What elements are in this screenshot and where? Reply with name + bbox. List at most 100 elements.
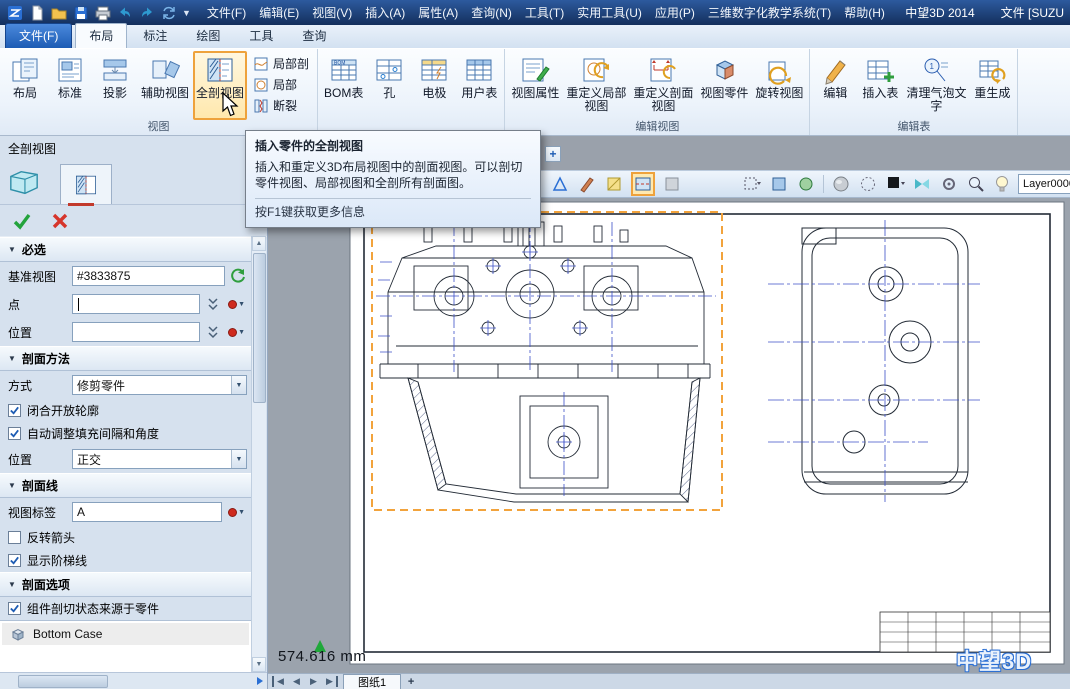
redefine-detail-view-button[interactable]: 重定义局部视图 bbox=[563, 51, 629, 120]
bom-table-button[interactable]: BOM BOM表 bbox=[321, 51, 366, 120]
color-swatch-icon[interactable] bbox=[885, 174, 905, 194]
auto-pick-icon[interactable] bbox=[229, 267, 247, 285]
pick-face-icon[interactable] bbox=[769, 174, 789, 194]
menu-teaching-system[interactable]: 三维数字化教学系统(T) bbox=[708, 4, 831, 21]
rotate-view-button[interactable]: 旋转视图 bbox=[752, 51, 806, 120]
view-part-button[interactable]: 视图零件 bbox=[697, 51, 751, 120]
hole-table-button[interactable]: 孔 bbox=[367, 51, 411, 120]
prev-sheet-icon[interactable]: ◀ bbox=[289, 676, 304, 687]
magnifier-icon[interactable] bbox=[966, 174, 986, 194]
section-command-icon[interactable] bbox=[631, 172, 655, 196]
cancel-button[interactable] bbox=[50, 211, 70, 231]
app-logo-icon[interactable] bbox=[6, 4, 23, 21]
checkbox-show-step-lines[interactable]: 显示阶梯线 bbox=[0, 549, 251, 572]
redefine-section-view-button[interactable]: 重定义剖面视图 bbox=[630, 51, 696, 120]
next-sheet-icon[interactable]: ▶ bbox=[306, 676, 321, 687]
undo-icon[interactable] bbox=[116, 4, 133, 21]
point-input[interactable] bbox=[72, 294, 200, 314]
ok-button[interactable] bbox=[12, 211, 32, 231]
menu-applications[interactable]: 应用(P) bbox=[655, 4, 695, 21]
menu-file[interactable]: 文件(F) bbox=[207, 4, 246, 21]
expand-list-icon[interactable] bbox=[204, 323, 222, 341]
edit-table-button[interactable]: 编辑 bbox=[813, 51, 857, 120]
redo-icon[interactable] bbox=[138, 4, 155, 21]
section-method-select[interactable]: 修剪零件 ▼ bbox=[72, 375, 247, 395]
point-filter-dropdown[interactable]: ▼ bbox=[226, 295, 247, 313]
base-view-input[interactable]: #3833875 bbox=[72, 266, 225, 286]
datum-snap-icon[interactable] bbox=[550, 174, 570, 194]
panel-vertical-scrollbar[interactable]: ▲ ▼ bbox=[251, 236, 266, 672]
new-document-icon[interactable] bbox=[28, 4, 45, 21]
checkbox-flip-arrows[interactable]: 反转箭头 bbox=[0, 526, 251, 549]
clean-balloon-text-button[interactable]: 1 清理气泡文字 bbox=[903, 51, 969, 120]
hatch-brush-icon[interactable] bbox=[604, 174, 624, 194]
tab-tools[interactable]: 工具 bbox=[236, 24, 286, 48]
menu-tools[interactable]: 工具(T) bbox=[525, 4, 564, 21]
auxiliary-view-button[interactable]: 辅助视图 bbox=[138, 51, 192, 120]
location-input[interactable] bbox=[72, 322, 200, 342]
menu-insert[interactable]: 插入(A) bbox=[365, 4, 405, 21]
menu-view[interactable]: 视图(V) bbox=[312, 4, 352, 21]
save-icon[interactable] bbox=[72, 4, 89, 21]
scroll-down-icon[interactable]: ▼ bbox=[252, 657, 266, 672]
section-options[interactable]: ▼剖面选项 bbox=[0, 572, 251, 597]
list-item[interactable]: Bottom Case bbox=[2, 623, 249, 645]
section-hatch[interactable]: ▼剖面线 bbox=[0, 473, 251, 498]
qat-dropdown-icon[interactable]: ▼ bbox=[182, 8, 191, 18]
menu-help[interactable]: 帮助(H) bbox=[844, 4, 885, 21]
selection-filter-icon[interactable] bbox=[742, 174, 762, 194]
toolbar-add-icon[interactable]: + bbox=[545, 146, 561, 162]
first-sheet-icon[interactable]: ◀ bbox=[272, 676, 287, 687]
scroll-up-icon[interactable]: ▲ bbox=[252, 236, 266, 251]
sync-icon[interactable] bbox=[160, 4, 177, 21]
layer-select[interactable]: Layer0000 ▼ bbox=[1018, 174, 1070, 194]
partial-section-button[interactable]: 局部剖 bbox=[250, 55, 312, 72]
section-required[interactable]: ▼必选 bbox=[0, 237, 251, 262]
user-table-button[interactable]: 用户表 bbox=[457, 51, 501, 120]
drawing-canvas[interactable]: 574.616 mm 中望3D bbox=[268, 196, 1070, 673]
gear-icon[interactable] bbox=[939, 174, 959, 194]
sheet-tab[interactable]: 图纸1 bbox=[343, 674, 401, 689]
menu-inquire[interactable]: 查询(N) bbox=[471, 4, 512, 21]
view-attributes-button[interactable]: 视图属性 bbox=[508, 51, 562, 120]
add-sheet-icon[interactable]: + bbox=[403, 676, 419, 688]
open-file-icon[interactable] bbox=[50, 4, 67, 21]
location-filter-dropdown[interactable]: ▼ bbox=[226, 323, 247, 341]
checkbox-close-open-profile[interactable]: 闭合开放轮廓 bbox=[0, 399, 251, 422]
section-method[interactable]: ▼剖面方法 bbox=[0, 346, 251, 371]
wireframe-display-icon[interactable] bbox=[858, 174, 878, 194]
tab-file[interactable]: 文件(F) bbox=[5, 23, 72, 48]
scroll-thumb[interactable] bbox=[18, 675, 108, 688]
print-icon[interactable] bbox=[94, 4, 111, 21]
electrode-table-button[interactable]: 电极 bbox=[412, 51, 456, 120]
insert-table-button[interactable]: 插入表 bbox=[858, 51, 902, 120]
checkbox-component-section-source[interactable]: 组件剖切状态来源于零件 bbox=[0, 597, 251, 620]
sheet-3d-icon[interactable] bbox=[8, 167, 40, 199]
detail-view-button[interactable]: 局部 bbox=[250, 76, 312, 93]
tab-inquire[interactable]: 查询 bbox=[289, 24, 339, 48]
tab-layout[interactable]: 布局 bbox=[75, 23, 127, 49]
sketch-pencil-icon[interactable] bbox=[577, 174, 597, 194]
menu-utilities[interactable]: 实用工具(U) bbox=[577, 4, 642, 21]
layout-view-button[interactable]: 布局 bbox=[3, 51, 47, 120]
scroll-thumb[interactable] bbox=[253, 253, 266, 403]
projection-view-button[interactable]: 投影 bbox=[93, 51, 137, 120]
standard-view-button[interactable]: 标准 bbox=[48, 51, 92, 120]
tab-annotate[interactable]: 标注 bbox=[130, 24, 180, 48]
expand-list-icon[interactable] bbox=[204, 295, 222, 313]
view-tag-input[interactable]: A bbox=[72, 502, 222, 522]
checkbox-auto-adjust-hatch[interactable]: 自动调整填充间隔和角度 bbox=[0, 422, 251, 445]
broken-view-button[interactable]: 断裂 bbox=[250, 97, 312, 114]
eraser-icon[interactable] bbox=[662, 174, 682, 194]
shaded-display-icon[interactable] bbox=[831, 174, 851, 194]
regenerate-table-button[interactable]: 重生成 bbox=[970, 51, 1014, 120]
pick-edge-icon[interactable] bbox=[796, 174, 816, 194]
tab-draw[interactable]: 绘图 bbox=[183, 24, 233, 48]
scroll-right-icon[interactable] bbox=[252, 674, 268, 689]
tag-filter-dropdown[interactable]: ▼ bbox=[226, 503, 247, 521]
panel-horizontal-scrollbar[interactable] bbox=[0, 672, 268, 689]
menu-attributes[interactable]: 属性(A) bbox=[418, 4, 458, 21]
bulb-icon[interactable] bbox=[992, 174, 1012, 194]
section-location-select[interactable]: 正交 ▼ bbox=[72, 449, 247, 469]
active-command-tab[interactable] bbox=[60, 164, 112, 204]
